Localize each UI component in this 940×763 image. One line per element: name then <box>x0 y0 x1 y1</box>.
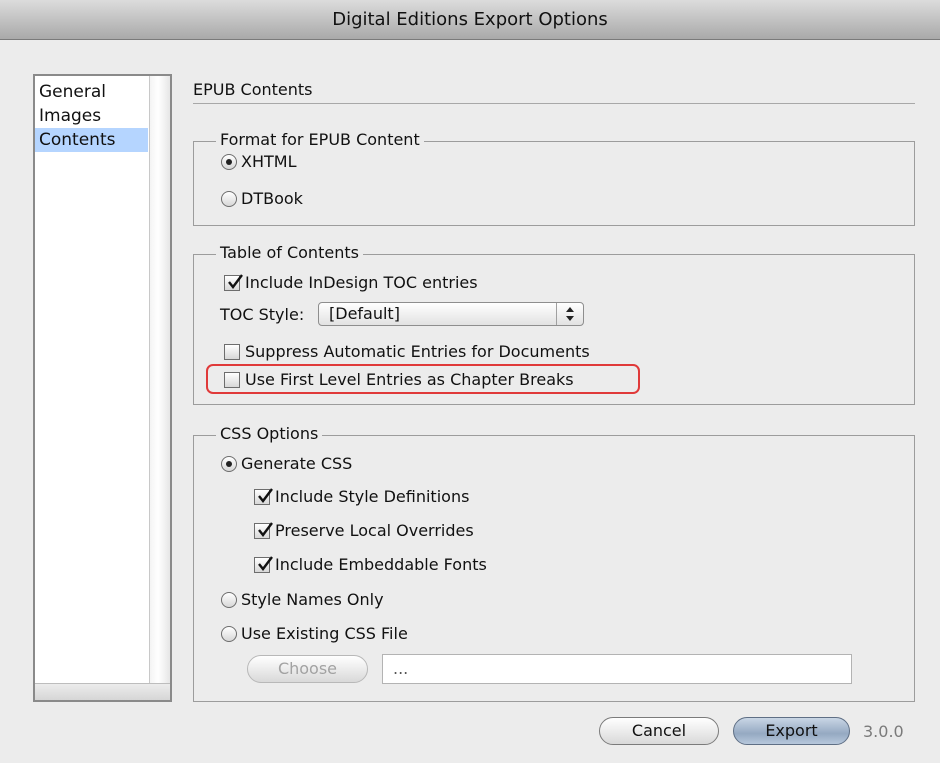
choose-button[interactable]: Choose <box>247 655 368 683</box>
toc-style-row: TOC Style: <box>220 305 304 324</box>
radio-icon <box>221 625 237 642</box>
toc-style-label: TOC Style: <box>220 305 305 324</box>
style-names-only-label: Style Names Only <box>241 590 384 609</box>
checkbox-checked-icon <box>224 273 243 291</box>
existing-css-radio[interactable]: Use Existing CSS File <box>221 624 408 643</box>
format-dtbook-radio[interactable]: DTBook <box>221 189 303 208</box>
sidebar-horizontal-scrollbar[interactable] <box>35 683 170 700</box>
suppress-auto-label: Suppress Automatic Entries for Documents <box>245 342 590 361</box>
sidebar-item-label: Contents <box>39 130 116 150</box>
css-file-path-field[interactable]: ... <box>382 654 852 684</box>
updown-arrows-icon <box>556 303 583 325</box>
radio-selected-icon <box>221 455 237 472</box>
radio-icon <box>221 591 237 608</box>
radio-icon <box>221 190 237 207</box>
sidebar: General Images Contents <box>33 74 172 702</box>
version-label: 3.0.0 <box>863 722 904 741</box>
include-toc-checkbox[interactable]: Include InDesign TOC entries <box>224 273 478 292</box>
sidebar-item-label: Images <box>39 106 102 126</box>
section-title: EPUB Contents <box>193 80 313 99</box>
suppress-auto-checkbox[interactable]: Suppress Automatic Entries for Documents <box>224 342 590 361</box>
css-file-path-value: ... <box>393 659 409 678</box>
choose-button-label: Choose <box>277 659 338 678</box>
preserve-overrides-label: Preserve Local Overrides <box>275 521 474 540</box>
generate-css-label: Generate CSS <box>241 454 353 473</box>
checkbox-checked-icon <box>254 521 273 539</box>
first-level-breaks-checkbox[interactable]: Use First Level Entries as Chapter Break… <box>224 370 574 389</box>
format-group: Format for EPUB Content <box>193 130 915 226</box>
sidebar-vertical-scrollbar[interactable] <box>149 76 170 686</box>
format-dtbook-label: DTBook <box>241 189 303 208</box>
format-xhtml-radio[interactable]: XHTML <box>221 152 296 171</box>
format-group-legend: Format for EPUB Content <box>216 130 424 149</box>
checkbox-icon <box>224 371 240 388</box>
generate-css-radio[interactable]: Generate CSS <box>221 454 352 473</box>
format-xhtml-label: XHTML <box>241 152 297 171</box>
sidebar-item-contents[interactable]: Contents <box>35 128 148 152</box>
export-button[interactable]: Export <box>733 717 850 745</box>
window-title: Digital Editions Export Options <box>332 9 608 30</box>
export-button-label: Export <box>765 721 818 740</box>
existing-css-label: Use Existing CSS File <box>241 624 408 643</box>
style-names-only-radio[interactable]: Style Names Only <box>221 590 384 609</box>
include-style-defs-checkbox[interactable]: Include Style Definitions <box>254 487 469 506</box>
embeddable-fonts-checkbox[interactable]: Include Embeddable Fonts <box>254 555 487 574</box>
radio-selected-icon <box>221 153 237 170</box>
window-titlebar[interactable]: Digital Editions Export Options <box>0 0 940 40</box>
preserve-overrides-checkbox[interactable]: Preserve Local Overrides <box>254 521 474 540</box>
toc-style-select[interactable]: [Default] <box>318 302 584 326</box>
embeddable-fonts-label: Include Embeddable Fonts <box>275 555 487 574</box>
cancel-button[interactable]: Cancel <box>599 717 719 745</box>
first-level-breaks-label: Use First Level Entries as Chapter Break… <box>245 370 574 389</box>
toc-style-value: [Default] <box>329 304 400 323</box>
sidebar-item-images[interactable]: Images <box>35 104 148 128</box>
toc-group-legend: Table of Contents <box>216 243 363 262</box>
sidebar-item-label: General <box>39 82 106 102</box>
cancel-button-label: Cancel <box>631 721 687 740</box>
sidebar-item-general[interactable]: General <box>35 80 148 104</box>
checkbox-checked-icon <box>254 487 273 505</box>
include-style-defs-label: Include Style Definitions <box>275 487 470 506</box>
section-divider <box>193 103 915 104</box>
css-group-legend: CSS Options <box>216 424 323 443</box>
checkbox-icon <box>224 343 240 360</box>
include-toc-label: Include InDesign TOC entries <box>245 273 478 292</box>
checkbox-checked-icon <box>254 555 273 573</box>
